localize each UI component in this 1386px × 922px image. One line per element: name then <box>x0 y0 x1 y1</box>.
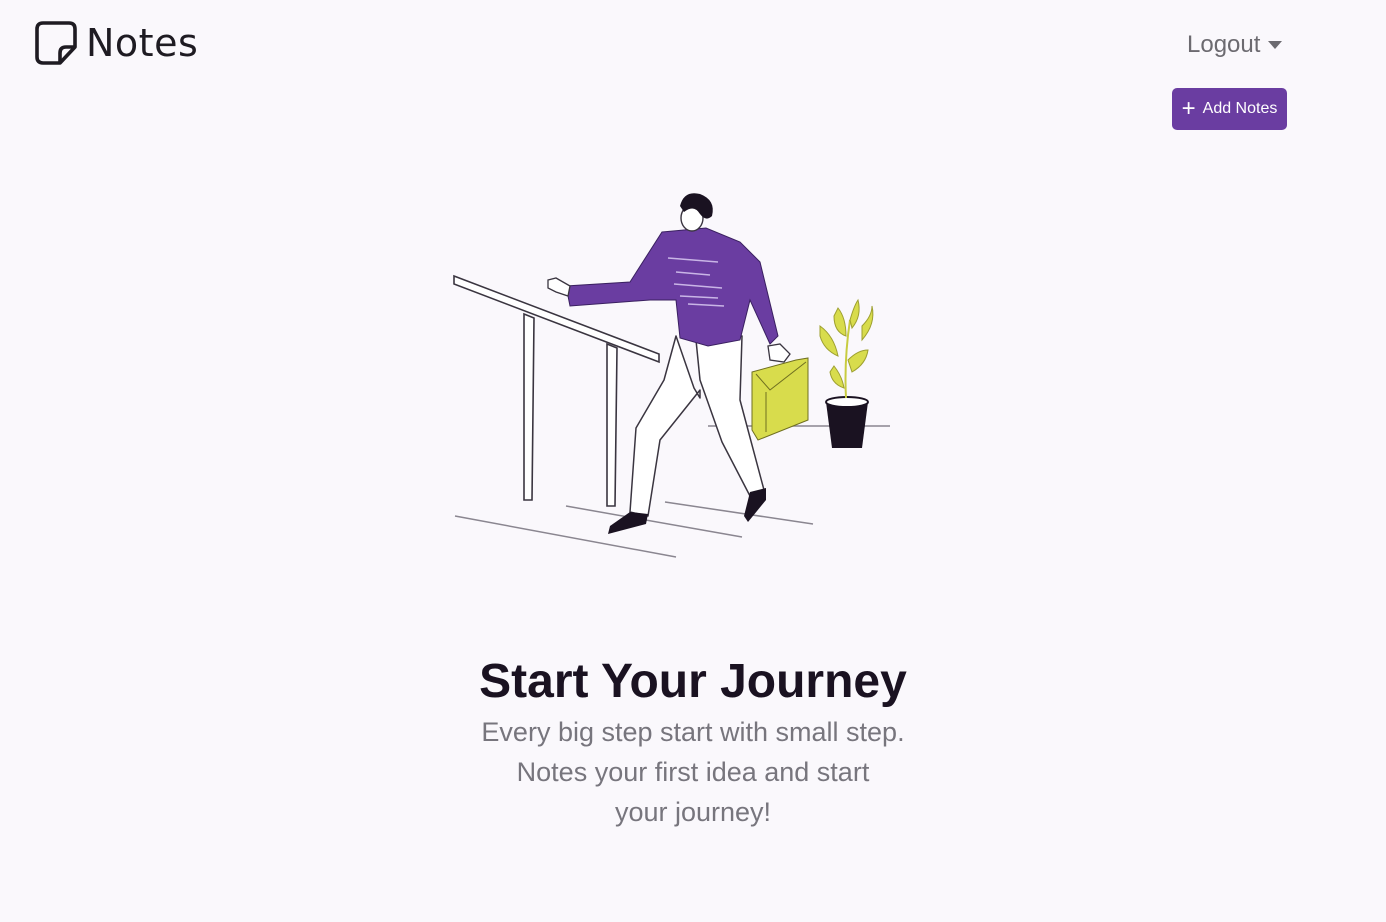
add-notes-button[interactable]: + Add Notes <box>1172 88 1287 130</box>
subtitle-line-2: Notes your first idea and start <box>516 757 870 787</box>
page-title: Start Your Journey <box>479 655 907 709</box>
subtitle-line-3: your journey! <box>614 797 772 827</box>
caret-down-icon <box>1268 41 1283 49</box>
brand-link[interactable]: Notes <box>34 20 198 66</box>
brand-name: Notes <box>86 21 199 65</box>
plus-icon: + <box>1181 95 1196 122</box>
person-walking-stairs-illustration <box>440 180 910 580</box>
subtitle-line-1: Every big step start with small step. <box>481 717 905 747</box>
add-notes-label: Add Notes <box>1202 100 1278 117</box>
logout-dropdown[interactable]: Logout <box>1187 28 1283 62</box>
sticky-note-icon <box>34 20 78 66</box>
logout-label: Logout <box>1187 31 1261 58</box>
navbar: Notes Logout <box>0 0 1386 90</box>
page-subtitle: Every big step start with small step. No… <box>443 712 943 832</box>
